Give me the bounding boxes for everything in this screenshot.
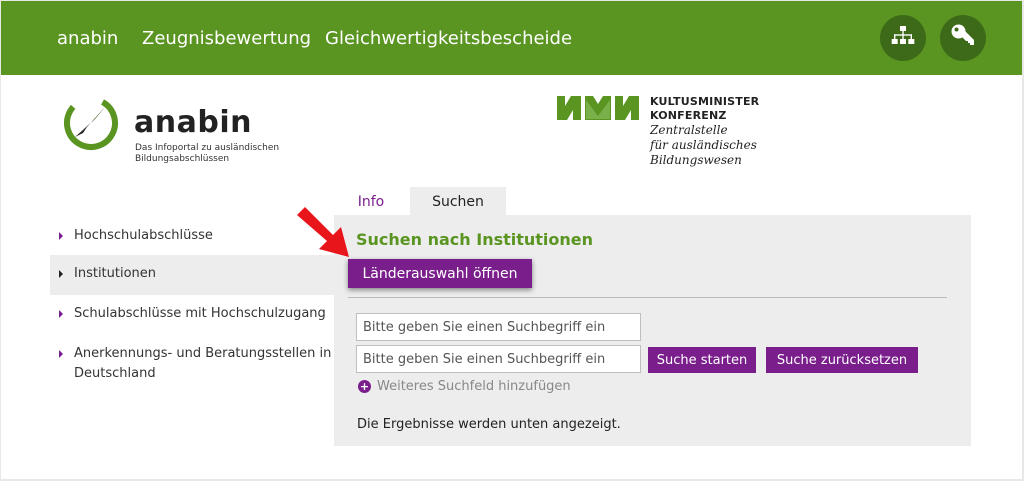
key-icon bbox=[950, 23, 976, 53]
search-start-button[interactable]: Suche starten bbox=[648, 347, 756, 373]
results-info-text: Die Ergebnisse werden unten angezeigt. bbox=[357, 417, 621, 432]
plus-circle-icon: + bbox=[358, 380, 371, 393]
kmk-subtitle-line2: für ausländisches bbox=[650, 138, 757, 152]
sidebar-item-label: Schulabschlüsse mit Hochschulzugang bbox=[74, 306, 326, 321]
search-reset-button[interactable]: Suche zurücksetzen bbox=[766, 347, 918, 373]
caret-right-icon bbox=[59, 232, 63, 240]
kmk-subtitle-line1: Zentralstelle bbox=[650, 123, 728, 137]
search-input-1[interactable] bbox=[356, 313, 641, 341]
sidebar-item-label: Institutionen bbox=[74, 266, 157, 281]
sitemap-button[interactable] bbox=[880, 15, 926, 61]
sidebar-item-anerkennungsstellen[interactable]: Anerkennungs- und Beratungsstellen in De… bbox=[50, 343, 334, 387]
kmk-logo-mark[interactable] bbox=[557, 96, 639, 124]
kmk-subtitle-line3: Bildungswesen bbox=[650, 153, 742, 167]
panel-title: Suchen nach Institutionen bbox=[356, 230, 594, 249]
anabin-wordmark: anabin bbox=[134, 105, 252, 140]
top-navigation-bar: anabin Zeugnisbewertung Gleichwertigkeit… bbox=[1, 1, 1022, 75]
sitemap-icon bbox=[891, 25, 915, 51]
nav-link-zeugnisbewertung[interactable]: Zeugnisbewertung bbox=[142, 28, 311, 49]
page: anabin Zeugnisbewertung Gleichwertigkeit… bbox=[1, 1, 1022, 479]
annotation-arrow-icon bbox=[293, 203, 353, 263]
tab-suchen[interactable]: Suchen bbox=[410, 187, 506, 216]
caret-right-icon bbox=[59, 310, 63, 318]
sidebar-item-label-line2: Deutschland bbox=[74, 366, 156, 381]
sidebar-item-hochschulabschluesse[interactable]: Hochschulabschlüsse bbox=[50, 225, 334, 249]
caret-right-icon bbox=[59, 270, 63, 278]
divider bbox=[348, 297, 947, 298]
search-panel: Suchen nach Institutionen Länderauswahl … bbox=[334, 215, 971, 446]
kmk-title-line1: KULTUSMINISTER bbox=[650, 95, 760, 108]
sidebar-item-label-line1: Anerkennungs- und Beratungsstellen in bbox=[74, 346, 332, 361]
sidebar-item-institutionen[interactable]: Institutionen bbox=[50, 255, 334, 295]
caret-right-icon bbox=[59, 350, 63, 358]
search-input-2[interactable] bbox=[356, 345, 641, 373]
sidebar-item-label: Hochschulabschlüsse bbox=[74, 228, 213, 243]
sidebar-item-schulabschluesse[interactable]: Schulabschlüsse mit Hochschulzugang bbox=[50, 303, 334, 327]
nav-link-gleichwertigkeitsbescheide[interactable]: Gleichwertigkeitsbescheide bbox=[325, 28, 572, 49]
add-search-field-label: Weiteres Suchfeld hinzufügen bbox=[377, 379, 571, 394]
country-selection-button[interactable]: Länderauswahl öffnen bbox=[348, 259, 532, 288]
add-search-field-link[interactable]: + Weiteres Suchfeld hinzufügen bbox=[358, 379, 571, 394]
anabin-tagline-line2: Bildungsabschlüssen bbox=[135, 154, 230, 164]
kmk-title-line2: KONFERENZ bbox=[650, 109, 727, 122]
login-button[interactable] bbox=[940, 15, 986, 61]
nav-link-anabin[interactable]: anabin bbox=[57, 28, 118, 49]
anabin-tagline-line1: Das Infoportal zu ausländischen bbox=[135, 143, 280, 153]
